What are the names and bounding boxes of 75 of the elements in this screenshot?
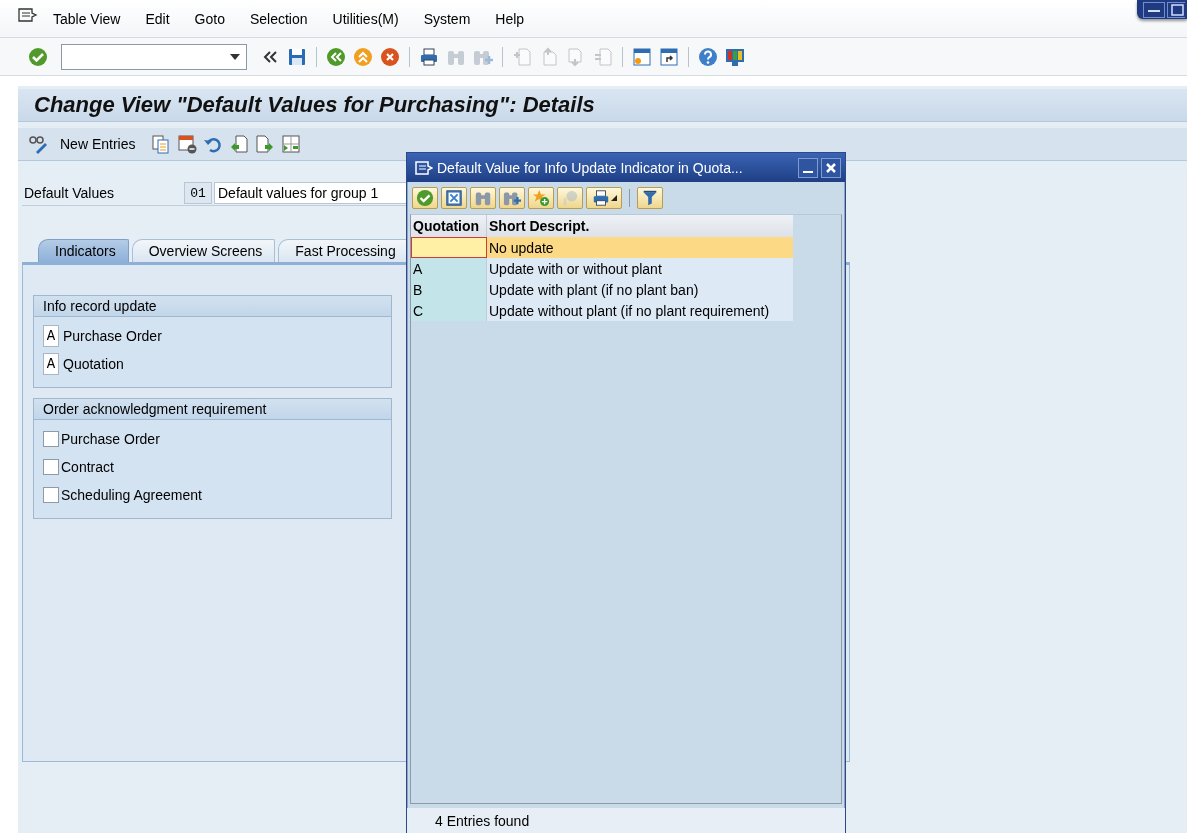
select-block-icon[interactable] xyxy=(281,134,302,154)
checkmark-icon[interactable] xyxy=(28,46,48,67)
window-menu-icon[interactable] xyxy=(18,6,38,23)
close-button[interactable] xyxy=(821,157,841,178)
shortcut-icon[interactable] xyxy=(659,46,679,67)
monitor-icon[interactable] xyxy=(725,46,745,67)
status-text: 4 Entries found xyxy=(435,813,530,829)
maximize-icon[interactable] xyxy=(1167,2,1185,18)
table-row[interactable]: No update xyxy=(411,237,793,258)
table-row[interactable]: A Update with or without plant xyxy=(411,258,793,279)
table-cell: Update with or without plant xyxy=(487,258,793,279)
key-field: 01 xyxy=(184,182,212,204)
checkbox[interactable] xyxy=(43,487,59,503)
new-entries-button[interactable]: New Entries xyxy=(54,134,142,154)
printer-icon[interactable] xyxy=(419,46,439,67)
group-title: Order acknowledgment requirement xyxy=(34,399,391,420)
minimize-icon[interactable] xyxy=(1143,2,1165,18)
back-icon[interactable] xyxy=(326,46,346,67)
screen-title: Change View "Default Values for Purchasing": Details xyxy=(34,92,595,118)
description-field: Default values for group 1 xyxy=(214,182,407,204)
menu-item[interactable]: Selection xyxy=(249,10,308,27)
table-cell: C xyxy=(411,300,487,321)
previous-entry-icon[interactable] xyxy=(229,134,250,154)
tab[interactable]: Overview Screens xyxy=(131,239,276,262)
table-cell: A xyxy=(411,258,487,279)
column-header[interactable]: Short Descript. xyxy=(487,215,793,237)
close-box-icon xyxy=(445,189,463,207)
field-label: Scheduling Agreement xyxy=(61,487,202,503)
minimize-icon xyxy=(803,170,813,173)
star-plus-icon xyxy=(532,189,550,207)
toolbar-button[interactable] xyxy=(441,187,467,209)
delete-row-icon[interactable] xyxy=(177,134,198,154)
glasses-pencil-icon[interactable] xyxy=(28,134,48,154)
menu-item[interactable]: Help xyxy=(495,10,525,27)
value-field[interactable]: A xyxy=(43,325,59,347)
menu-item[interactable]: Goto xyxy=(194,10,225,27)
checkbox[interactable] xyxy=(43,459,59,475)
field-label: Quotation xyxy=(63,356,124,372)
table-row[interactable]: B Update with plant (if no plant ban) xyxy=(411,279,793,300)
copy-icon[interactable] xyxy=(151,134,172,154)
command-field[interactable] xyxy=(61,43,247,70)
minimize-button[interactable] xyxy=(798,157,818,178)
menu-item[interactable]: Edit xyxy=(145,10,170,27)
toolbar-button[interactable] xyxy=(586,187,622,209)
cancel-icon[interactable] xyxy=(380,46,400,67)
next-entry-icon[interactable] xyxy=(255,134,276,154)
dropdown-arrow-icon xyxy=(610,195,617,201)
toolbar-button[interactable] xyxy=(637,187,663,209)
close-icon xyxy=(825,161,837,174)
group-title: Info record update xyxy=(34,296,391,317)
field-label: Default Values xyxy=(23,185,115,201)
field-label: Purchase Order xyxy=(61,431,160,447)
help-icon[interactable] xyxy=(698,46,718,67)
toolbar-button[interactable] xyxy=(499,187,525,209)
field-label: Contract xyxy=(61,459,114,475)
menu-item[interactable]: Table View xyxy=(53,10,121,27)
new-window-icon[interactable] xyxy=(632,46,652,67)
menu-item[interactable]: Utilities(M) xyxy=(332,10,399,27)
checkbox[interactable] xyxy=(43,431,59,447)
table-cell: Update with plant (if no plant ban) xyxy=(487,279,793,300)
printer-icon xyxy=(591,189,610,207)
tab[interactable]: Fast Processing xyxy=(278,239,409,262)
menu-item[interactable]: System xyxy=(423,10,471,27)
table-row[interactable]: C Update without plant (if no plant requirement) xyxy=(411,300,793,321)
field-label: Purchase Order xyxy=(63,328,162,344)
table-cell: B xyxy=(411,279,487,300)
table-cell: No update xyxy=(487,237,793,258)
value-field[interactable]: A xyxy=(43,353,59,375)
dropdown-arrow-icon[interactable] xyxy=(230,53,240,60)
exit-icon[interactable] xyxy=(353,46,373,67)
table-cell: Update without plant (if no plant requirement) xyxy=(487,300,793,321)
dialog-title: Default Value for Info Update Indicator in Quota... xyxy=(437,159,744,176)
tab[interactable]: Indicators xyxy=(38,239,129,262)
filter-icon xyxy=(641,189,659,207)
checkmark-icon xyxy=(416,189,434,207)
